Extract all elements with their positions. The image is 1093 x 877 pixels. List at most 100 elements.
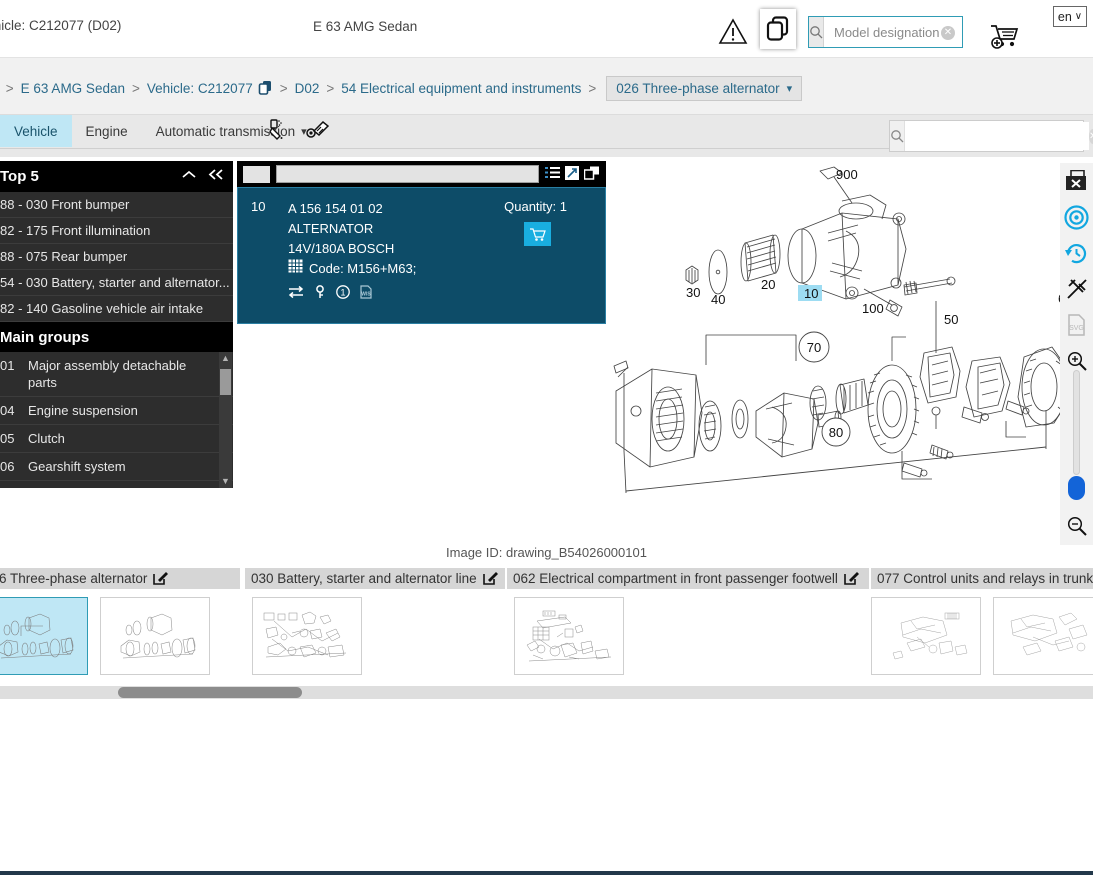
thumb-group-1: 030 Battery, starter and alternator line: [245, 568, 507, 675]
trunk-control-units-thumbnail: [892, 612, 968, 660]
breadcrumb-selected-dropdown[interactable]: 026 Three-phase alternator ▾: [606, 76, 803, 101]
tab-engine[interactable]: Engine: [72, 115, 142, 147]
top-bar: Vehicle: C212077 (D02) E 63 AMG Sedan ✕: [0, 0, 1093, 58]
target-focus-button[interactable]: [1060, 199, 1093, 235]
tab-underline: [0, 148, 950, 149]
zoom-slider-knob[interactable]: [1068, 476, 1085, 500]
thumb-group-2-item-0[interactable]: [514, 597, 624, 675]
empty-content-area: [0, 699, 1093, 871]
thumb-group-3-item-0[interactable]: [871, 597, 981, 675]
tab-vehicle[interactable]: Vehicle: [0, 115, 72, 147]
scroll-down-icon[interactable]: ▼: [219, 475, 232, 488]
copy-icon[interactable]: [258, 80, 273, 98]
top5-item-2[interactable]: 88 - 075 Rear bumper: [0, 244, 233, 270]
breadcrumb-item-group[interactable]: 54 Electrical equipment and instruments: [341, 81, 581, 96]
thumb-group-0-item-0[interactable]: [0, 597, 88, 675]
top5-list: 88 - 030 Front bumper 82 - 175 Front ill…: [0, 192, 233, 322]
thumbnail-horizontal-scrollbar[interactable]: [0, 686, 1093, 699]
swap-arrows-icon[interactable]: [288, 285, 304, 302]
thumb-group-label: 062 Electrical compartment in front pass…: [513, 571, 838, 586]
thumb-group-3-title[interactable]: 077 Control units and relays in trunk: [871, 568, 1093, 589]
breadcrumb-row: PC > E 63 AMG Sedan > Vehicle: C212077 >…: [0, 58, 1093, 155]
cart-add-button[interactable]: [988, 22, 1022, 50]
main-group-item-0[interactable]: 01 Major assembly detachable parts: [0, 352, 233, 397]
main-group-label: Gearshift system: [28, 459, 126, 474]
model-search-input[interactable]: [824, 18, 1010, 46]
top5-item-3[interactable]: 54 - 030 Battery, starter and alternator…: [0, 270, 233, 296]
callout-10: 10: [804, 286, 818, 301]
edit-pencil-icon[interactable]: [844, 570, 859, 588]
zoom-slider-track[interactable]: [1073, 370, 1080, 475]
warning-triangle-icon[interactable]: [718, 17, 748, 45]
breadcrumb-item-d02[interactable]: D02: [295, 81, 320, 96]
thumb-group-0-title[interactable]: 026 Three-phase alternator: [0, 568, 242, 589]
thumb-group-1-item-0[interactable]: [252, 597, 362, 675]
paint-spray-icon[interactable]: [268, 119, 290, 144]
tab-row-search-input[interactable]: [905, 122, 1089, 150]
thumb-group-3-item-1[interactable]: [993, 597, 1093, 675]
add-to-cart-button[interactable]: [524, 222, 551, 246]
scrollbar-thumb[interactable]: [118, 687, 302, 698]
bolt-fastener-icon[interactable]: [306, 119, 330, 144]
breadcrumb-item-vehicle[interactable]: Vehicle: C212077: [147, 81, 253, 96]
part-panel-header: [237, 161, 606, 187]
history-revert-button[interactable]: [1060, 235, 1093, 271]
part-panel-header-icons: [545, 165, 600, 183]
edit-pencil-icon[interactable]: [482, 570, 498, 588]
tab-row-search-box[interactable]: ✕: [889, 120, 1093, 152]
svg-text:WIS: WIS: [361, 292, 371, 298]
main-group-label: Major assembly detachable parts: [28, 358, 187, 390]
copy-documents-button[interactable]: [760, 9, 796, 49]
part-panel-checkbox[interactable]: [243, 165, 270, 183]
main-group-item-3[interactable]: 06 Gearshift system: [0, 453, 233, 481]
double-chevron-left-icon[interactable]: [207, 168, 225, 185]
search-icon: [890, 121, 905, 151]
copy-icon[interactable]: [583, 166, 600, 183]
edit-pencil-icon[interactable]: [153, 570, 169, 588]
electrical-compartment-thumbnail: [526, 610, 612, 662]
breadcrumb: PC > E 63 AMG Sedan > Vehicle: C212077 >…: [0, 76, 803, 101]
unpin-button[interactable]: [1060, 271, 1093, 307]
thumb-group-1-title[interactable]: 030 Battery, starter and alternator line: [245, 568, 507, 589]
scroll-up-icon[interactable]: ▲: [219, 352, 232, 365]
part-detail-body[interactable]: 10 A 156 154 01 02 ALTERNATOR 14V/180A B…: [237, 187, 606, 324]
svg-text:SVG: SVG: [1069, 325, 1084, 332]
left-sidebar: Top 5 88 - 030 Front bumper 82 - 175 Fro…: [0, 161, 233, 496]
clear-x-icon[interactable]: ✕: [1089, 128, 1093, 144]
wis-document-icon[interactable]: WIS: [360, 285, 372, 302]
top5-item-1[interactable]: 82 - 175 Front illumination: [0, 218, 233, 244]
part-detail-panel: 10 A 156 154 01 02 ALTERNATOR 14V/180A B…: [237, 161, 606, 324]
breadcrumb-item-model[interactable]: E 63 AMG Sedan: [21, 81, 125, 96]
alternator-thumbnail: [120, 613, 196, 659]
main-group-number: 05: [0, 431, 15, 446]
top5-item-4[interactable]: 82 - 140 Gasoline vehicle air intake: [0, 296, 233, 322]
vehicle-id-label: Vehicle: C212077 (D02): [0, 18, 122, 33]
thumb-group-0-item-1[interactable]: [100, 597, 210, 675]
expand-icon[interactable]: [565, 165, 579, 183]
main-group-item-2[interactable]: 05 Clutch: [0, 425, 233, 453]
scrollbar-thumb[interactable]: [220, 369, 231, 395]
list-view-icon[interactable]: [545, 166, 560, 182]
clear-x-icon[interactable]: ✕: [941, 26, 955, 40]
exploded-view-drawing[interactable]: 900 30 40 20 100 50 60 10 70 80: [606, 161, 1093, 541]
top5-item-0[interactable]: 88 - 030 Front bumper: [0, 192, 233, 218]
breadcrumb-separator: >: [279, 81, 288, 96]
main-group-item-1[interactable]: 04 Engine suspension: [0, 397, 233, 425]
main-groups-list: 01 Major assembly detachable parts 04 En…: [0, 352, 233, 488]
main-group-label: Engine suspension: [28, 403, 138, 418]
model-search-box[interactable]: ✕: [808, 16, 1010, 48]
close-window-button[interactable]: [1060, 163, 1093, 199]
callout-30: 30: [686, 285, 700, 300]
svg-text:1: 1: [340, 287, 345, 297]
thumb-group-2-title[interactable]: 062 Electrical compartment in front pass…: [507, 568, 871, 589]
main-groups-scrollbar[interactable]: ▲ ▼: [219, 352, 232, 488]
chevron-up-icon[interactable]: [181, 168, 197, 185]
language-selector[interactable]: en ∨: [1053, 6, 1087, 27]
svg-export-button[interactable]: SVG: [1060, 307, 1093, 343]
key-icon[interactable]: [314, 285, 326, 302]
drawing-toolbar: SVG: [1060, 163, 1093, 545]
circled-one-icon[interactable]: 1: [336, 285, 350, 302]
main-group-item-4[interactable]: 07 Automatic MB transmission: [0, 481, 233, 488]
part-panel-filter-input[interactable]: [276, 165, 539, 183]
zoom-out-button[interactable]: [1060, 508, 1093, 544]
